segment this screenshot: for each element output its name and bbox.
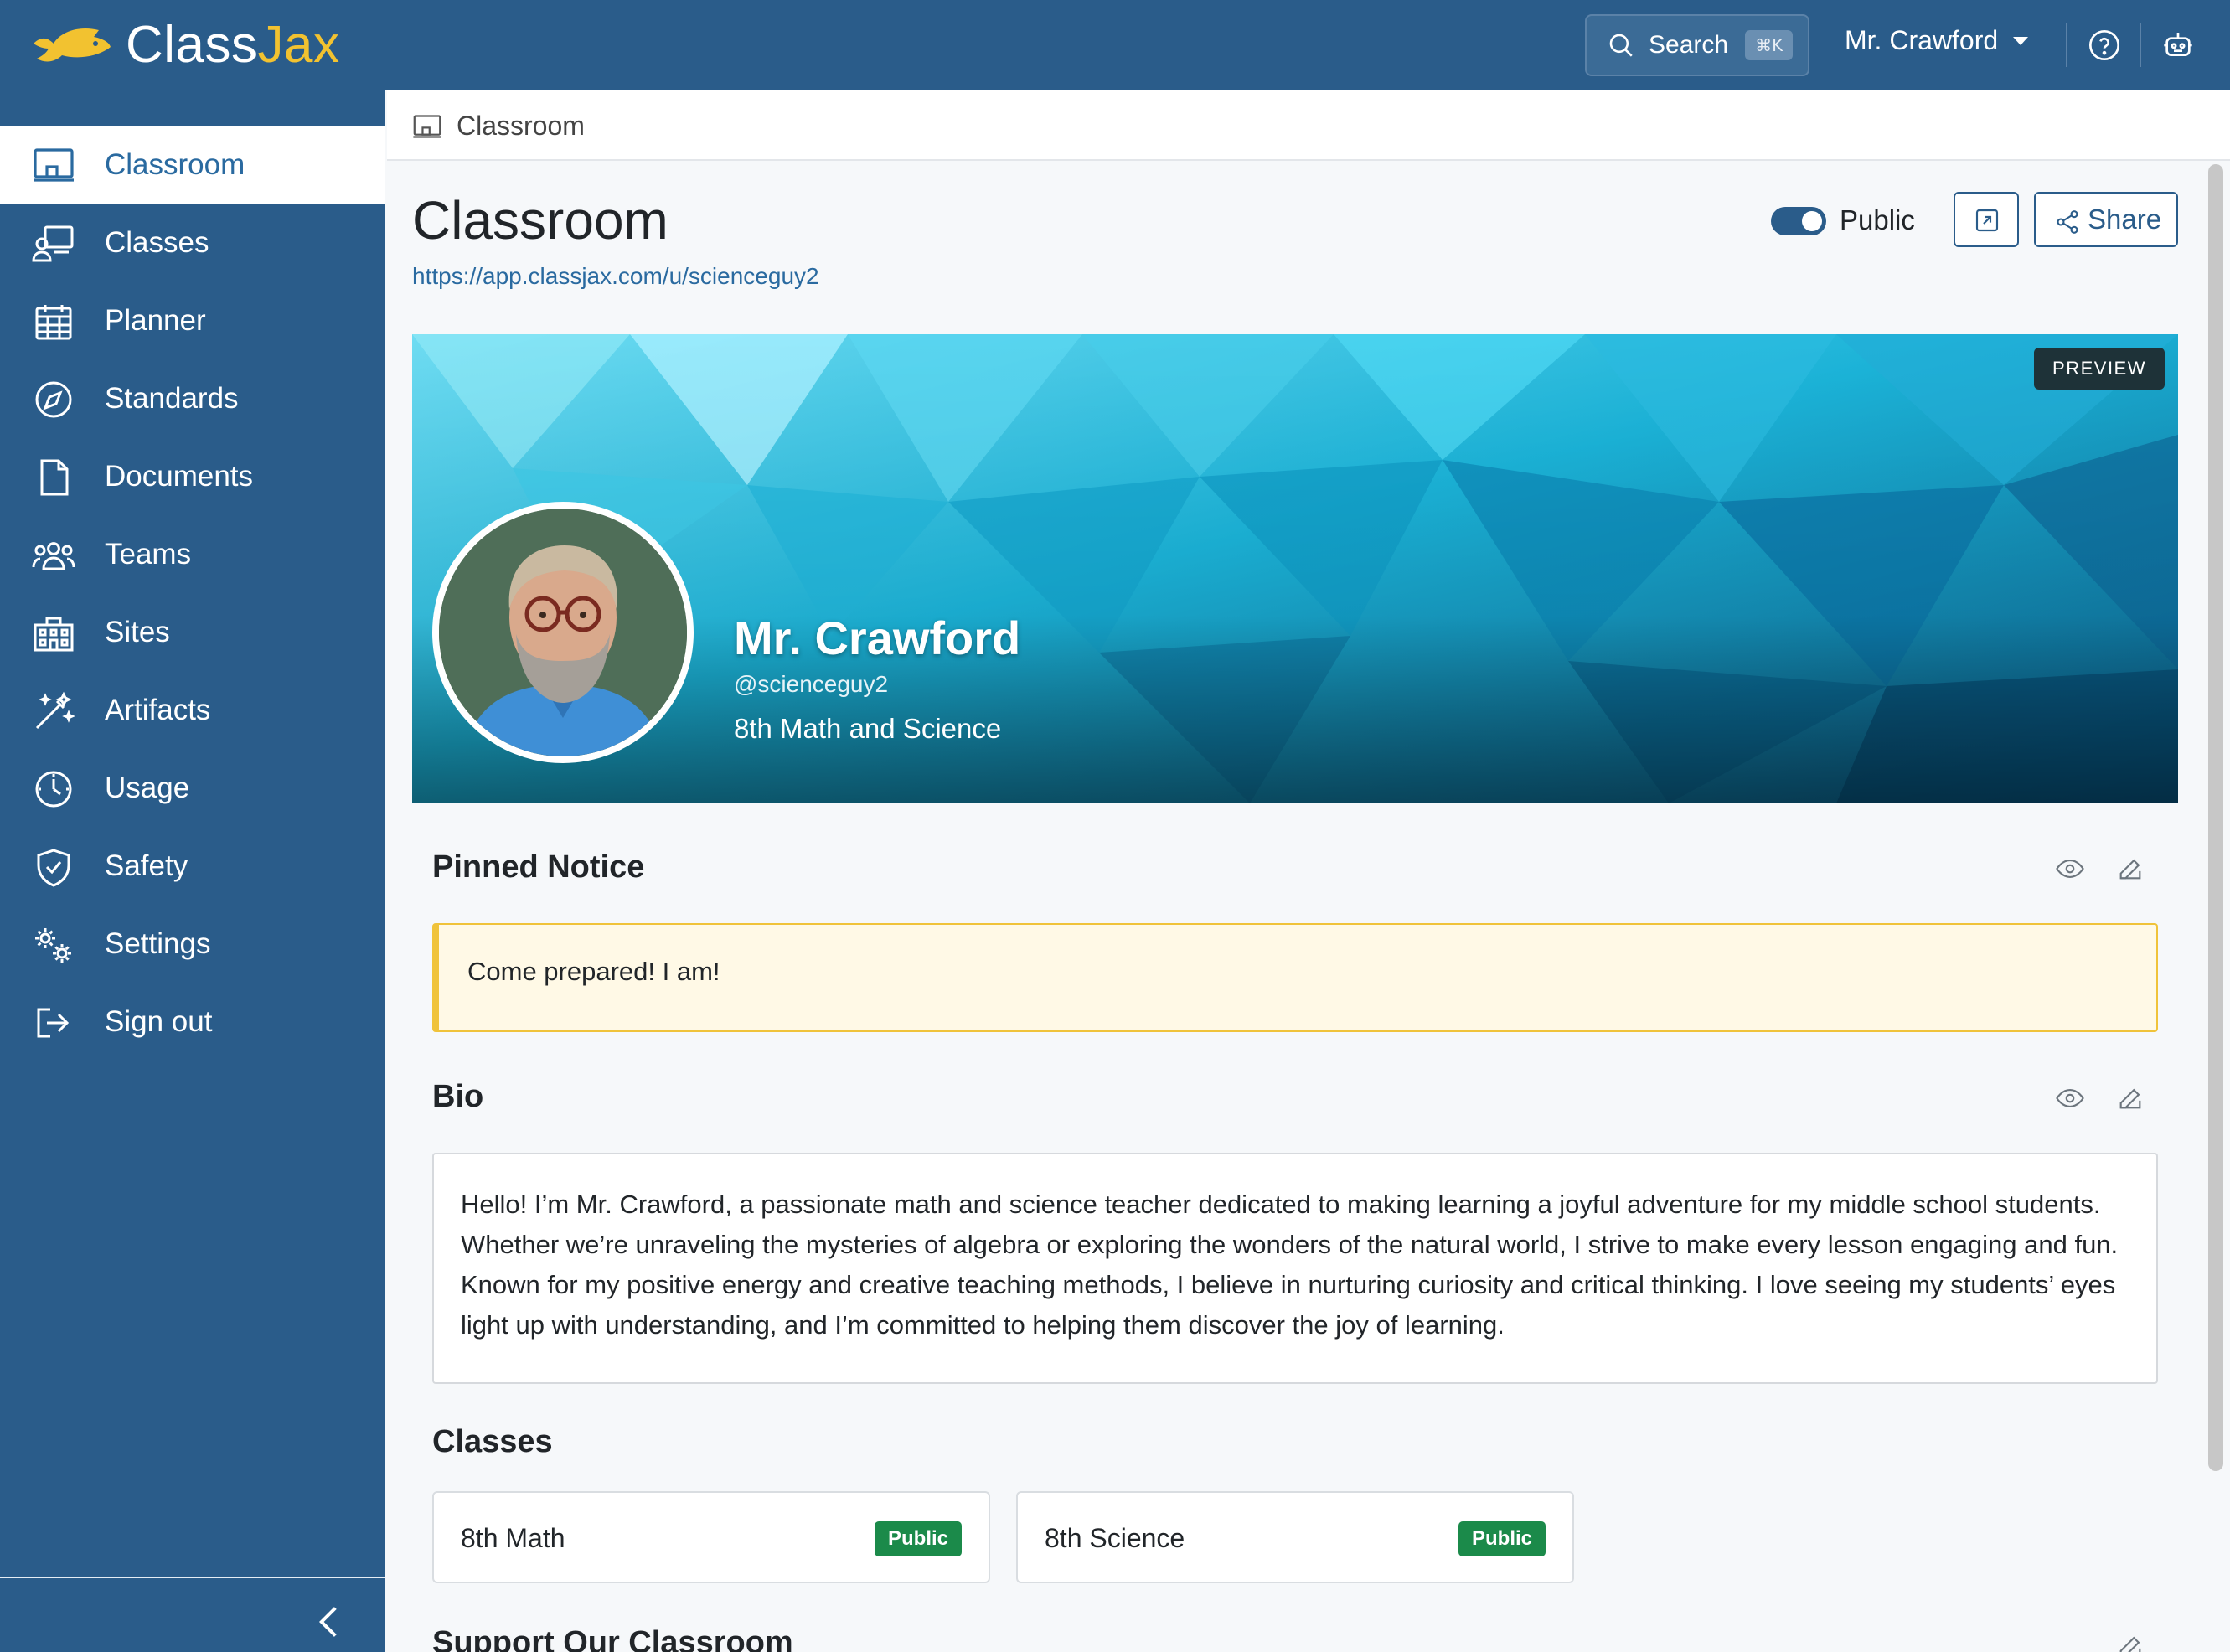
status-badge: Public bbox=[874, 1521, 962, 1556]
brand-name: Class bbox=[126, 16, 258, 74]
teacher-name: Mr. Crawford bbox=[734, 612, 1021, 664]
public-toggle[interactable] bbox=[1771, 207, 1826, 235]
sidebar-item-planner[interactable]: Planner bbox=[0, 282, 385, 359]
robot-icon[interactable] bbox=[2161, 28, 2195, 62]
teacher-subject: 8th Math and Science bbox=[734, 713, 1002, 744]
sidebar-item-documents[interactable]: Documents bbox=[0, 438, 385, 515]
collapse-sidebar-chevron-left-icon[interactable] bbox=[314, 1603, 344, 1640]
edit-icon[interactable] bbox=[2116, 1632, 2145, 1652]
app-logo[interactable]: ClassJax bbox=[30, 15, 340, 75]
search-shortcut: ⌘K bbox=[1745, 30, 1794, 60]
pinned-notice-box: Come prepared! I am! bbox=[432, 923, 2158, 1032]
classes-icon bbox=[32, 225, 74, 262]
sidebar-item-label: Teams bbox=[105, 538, 192, 570]
teacher-portrait bbox=[439, 509, 687, 756]
page-title: Classroom bbox=[412, 190, 668, 250]
sidebar-item-label: Sign out bbox=[105, 1005, 213, 1038]
search-icon bbox=[1609, 34, 1633, 57]
avatar[interactable] bbox=[432, 502, 694, 763]
external-link-icon bbox=[1975, 209, 1999, 232]
sidebar-item-standards[interactable]: Standards bbox=[0, 360, 385, 437]
sidebar-item-sign-out[interactable]: Sign out bbox=[0, 983, 385, 1061]
edit-icon[interactable] bbox=[2116, 1084, 2145, 1113]
breadcrumb-item[interactable]: Classroom bbox=[457, 111, 585, 142]
user-menu[interactable]: Mr. Crawford bbox=[1845, 25, 2029, 56]
sidebar-item-label: Classes bbox=[105, 226, 209, 259]
sign-out-icon bbox=[37, 1008, 70, 1038]
classroom-url-link[interactable]: https://app.classjax.com/u/scienceguy2 bbox=[412, 263, 819, 290]
share-icon bbox=[2057, 210, 2078, 234]
share-label: Share bbox=[2088, 204, 2162, 235]
toggle-knob bbox=[1802, 211, 1822, 231]
brand-name-accent: Jax bbox=[257, 16, 340, 74]
share-button[interactable]: Share bbox=[2034, 192, 2178, 247]
sidebar-item-classes[interactable]: Classes bbox=[0, 204, 385, 281]
shield-check-icon bbox=[37, 849, 70, 887]
eye-icon[interactable] bbox=[2056, 1084, 2084, 1113]
sidebar-item-label: Safety bbox=[105, 849, 188, 882]
sidebar-item-label: Standards bbox=[105, 382, 239, 415]
class-name: 8th Science bbox=[1045, 1523, 1185, 1553]
sidebar-item-label: Documents bbox=[105, 460, 254, 493]
help-circle-icon[interactable] bbox=[2088, 28, 2121, 62]
document-icon bbox=[40, 459, 69, 496]
sidebar-item-label: Planner bbox=[105, 304, 206, 337]
search-label: Search bbox=[1649, 31, 1729, 59]
classroom-icon bbox=[413, 115, 441, 138]
chevron-down-icon bbox=[2013, 36, 2029, 45]
teacher-handle: @scienceguy2 bbox=[734, 671, 889, 697]
gears-icon bbox=[35, 928, 71, 963]
sidebar-item-label: Usage bbox=[105, 772, 190, 804]
sidebar-item-label: Artifacts bbox=[105, 694, 211, 726]
divider bbox=[2140, 23, 2141, 67]
public-toggle-label: Public bbox=[1840, 204, 1915, 235]
sidebar-item-teams[interactable]: Teams bbox=[0, 516, 385, 593]
profile-banner: PREVIEW Mr. Crawford @scienceguy2 8th Ma… bbox=[412, 334, 2178, 803]
compass-icon bbox=[35, 381, 72, 418]
class-card-8th-math[interactable]: 8th Math Public bbox=[432, 1491, 990, 1583]
classes-title: Classes bbox=[432, 1424, 553, 1459]
status-badge: Public bbox=[1458, 1521, 1546, 1556]
sidebar-item-settings[interactable]: Settings bbox=[0, 906, 385, 983]
sidebar-footer-divider bbox=[0, 1577, 385, 1578]
magic-wand-icon bbox=[35, 691, 75, 730]
preview-badge: PREVIEW bbox=[2034, 348, 2165, 390]
open-external-button[interactable] bbox=[1954, 192, 2019, 247]
sidebar-item-safety[interactable]: Safety bbox=[0, 828, 385, 905]
fish-logo-icon bbox=[34, 28, 111, 61]
sidebar-item-label: Sites bbox=[105, 616, 170, 648]
classroom-icon bbox=[34, 148, 74, 182]
class-name: 8th Math bbox=[461, 1523, 565, 1553]
sidebar-item-sites[interactable]: Sites bbox=[0, 594, 385, 671]
user-name: Mr. Crawford bbox=[1845, 25, 1999, 55]
teams-icon bbox=[32, 542, 75, 570]
edit-icon[interactable] bbox=[2116, 854, 2145, 883]
class-card-8th-science[interactable]: 8th Science Public bbox=[1016, 1491, 1574, 1583]
support-title: Support Our Classroom bbox=[432, 1625, 793, 1652]
sidebar-item-label: Settings bbox=[105, 927, 211, 960]
sidebar-item-classroom[interactable]: Classroom bbox=[0, 126, 385, 204]
sidebar: Classroom Classes Planner Standards Docu… bbox=[0, 90, 385, 1652]
building-icon bbox=[34, 617, 74, 652]
calendar-icon bbox=[35, 305, 72, 340]
sidebar-item-artifacts[interactable]: Artifacts bbox=[0, 672, 385, 749]
sidebar-item-label: Classroom bbox=[105, 148, 245, 181]
search-button[interactable]: Search ⌘K bbox=[1585, 14, 1809, 76]
scrollbar[interactable] bbox=[2208, 164, 2223, 1471]
bio-text: Hello! I’m Mr. Crawford, a passionate ma… bbox=[432, 1153, 2158, 1384]
eye-icon[interactable] bbox=[2056, 854, 2084, 883]
top-bar: ClassJax Search ⌘K Mr. Crawford bbox=[0, 0, 2230, 90]
breadcrumb: Classroom bbox=[387, 90, 2230, 161]
gauge-icon bbox=[35, 771, 72, 808]
bio-title: Bio bbox=[432, 1079, 484, 1114]
divider bbox=[2066, 23, 2067, 67]
sidebar-item-usage[interactable]: Usage bbox=[0, 750, 385, 827]
pinned-notice-title: Pinned Notice bbox=[432, 849, 645, 885]
